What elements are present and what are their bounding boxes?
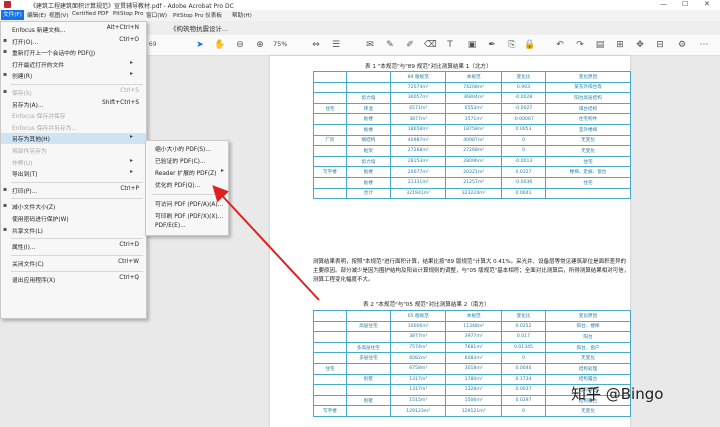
red-annotation-arrow	[212, 185, 320, 301]
